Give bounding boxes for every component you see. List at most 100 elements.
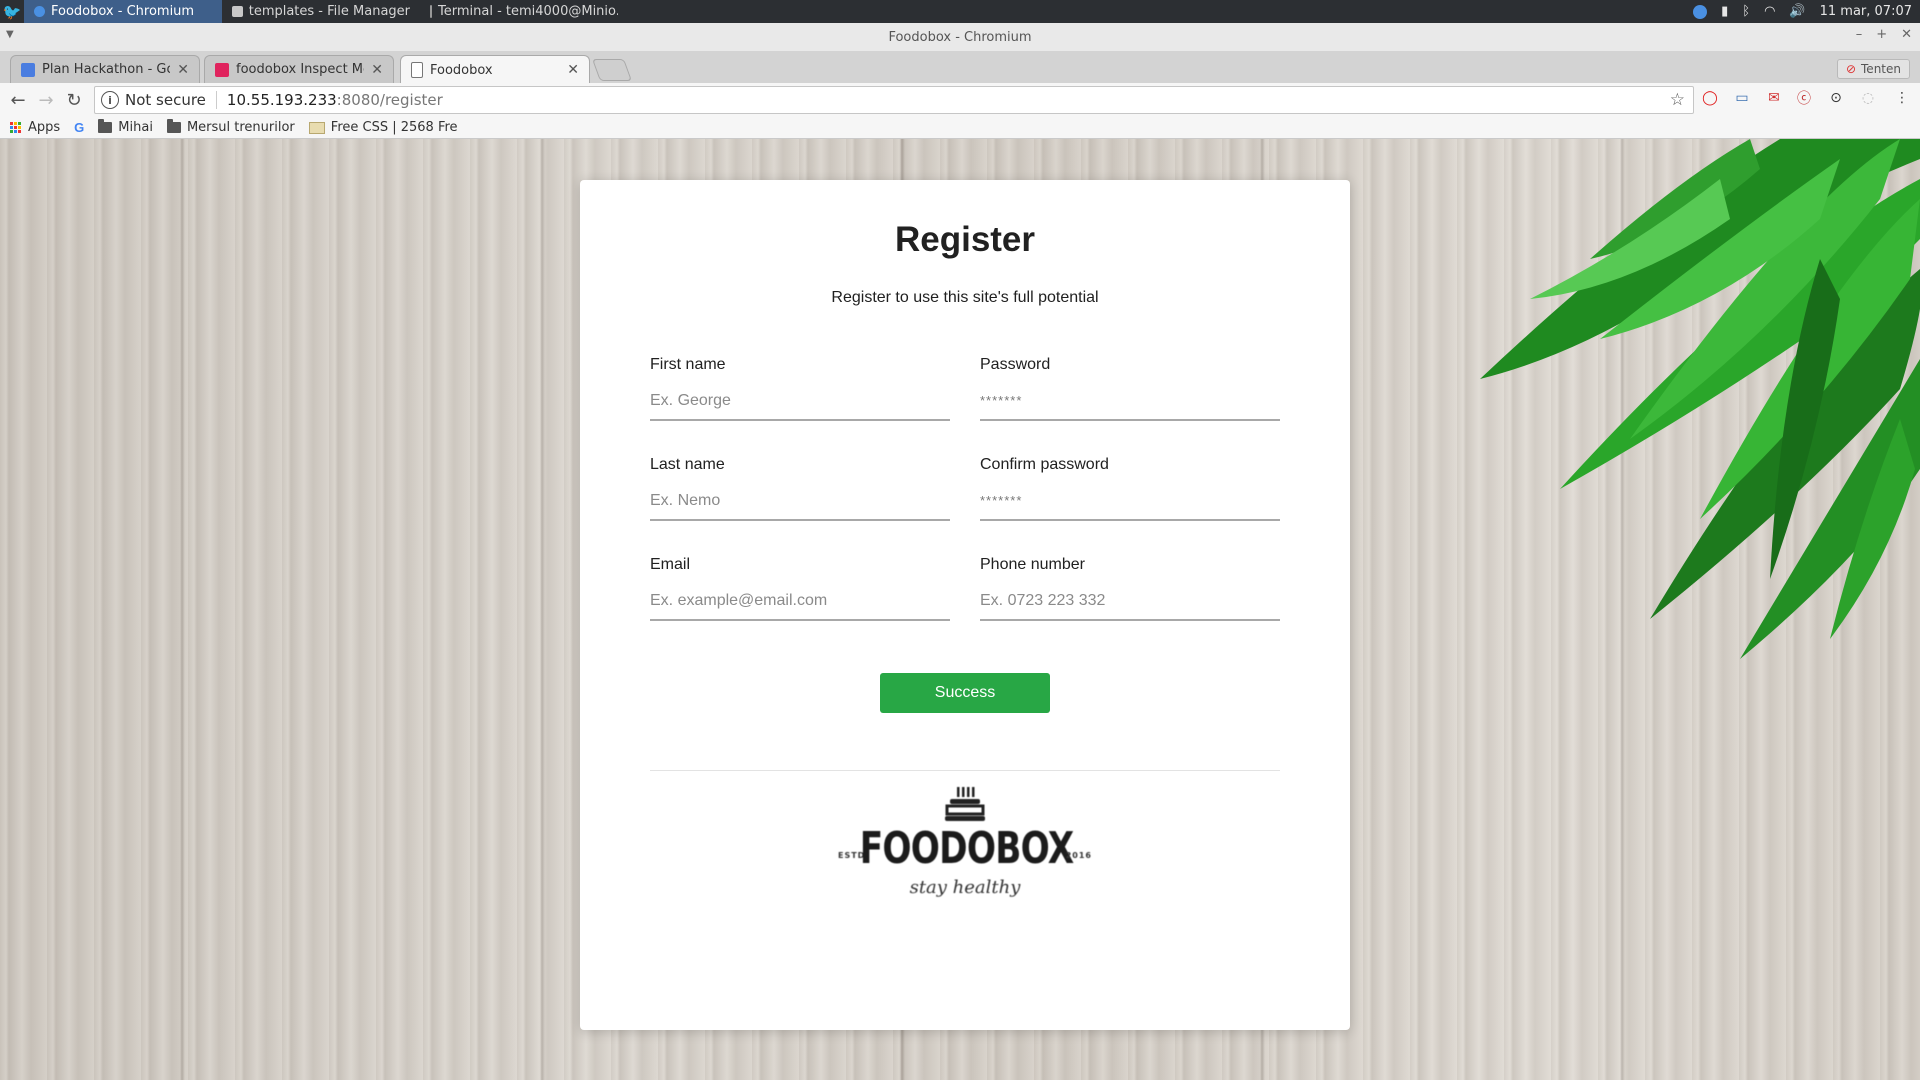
docs-icon	[21, 62, 35, 77]
logo-brand: FOODOBOX	[859, 823, 1075, 874]
grey-extension-icon[interactable]: ◌	[1858, 88, 1878, 108]
tab-plan-hackathon[interactable]: Plan Hackathon - Goog ✕	[10, 55, 200, 83]
last-name-label: Last name	[650, 456, 725, 473]
bookmark-star-icon[interactable]: ☆	[1670, 90, 1685, 110]
wifi-icon[interactable]: ◠	[1764, 4, 1775, 19]
window-controls: – + ✕	[1856, 27, 1912, 42]
window-title: Foodobox - Chromium	[888, 29, 1032, 45]
taskbar-task-label: Foodobox - Chromium	[51, 4, 195, 19]
bookmark-apps[interactable]: Apps	[10, 120, 60, 135]
register-card: Register Register to use this site's ful…	[580, 180, 1350, 1030]
adblock-extension-icon[interactable]: ⓒ	[1794, 88, 1814, 108]
confirm-password-input[interactable]	[980, 488, 1280, 521]
battery-icon[interactable]: ▮	[1721, 4, 1728, 19]
email-label: Email	[650, 556, 691, 573]
phone-label: Phone number	[980, 556, 1085, 573]
footer-divider	[650, 770, 1280, 771]
system-tray: ▮ ᛒ ◠ 🔊 11 mar, 07:07	[1693, 4, 1920, 19]
free-css-icon	[308, 121, 325, 134]
chromium-icon	[34, 6, 45, 17]
tab-foodobox-inspect[interactable]: foodobox Inspect Mode ✕	[204, 55, 394, 83]
back-icon[interactable]: ←	[4, 86, 32, 114]
reload-icon[interactable]: ↻	[60, 86, 88, 114]
password-input[interactable]	[980, 388, 1280, 421]
browser-toolbar: ← → ↻ i Not secure 10.55.193.233 :8080/r…	[0, 83, 1920, 117]
tab-strip: Plan Hackathon - Goog ✕ foodobox Inspect…	[0, 51, 1920, 84]
chrome-menu-icon[interactable]: ⋮	[1892, 88, 1912, 108]
bookmarks-bar: Apps G Mihai Mersul trenurilor Free CSS …	[0, 117, 1920, 139]
close-tab-icon[interactable]: ✕	[371, 62, 383, 78]
close-tab-icon[interactable]: ✕	[567, 62, 579, 78]
close-icon[interactable]: ✕	[1901, 27, 1912, 42]
confirm-password-group: Confirm password	[980, 456, 1280, 521]
last-name-group: Last name	[650, 456, 950, 521]
password-group: Password	[980, 356, 1280, 421]
logo-year: 2016	[1065, 851, 1092, 860]
page-title: Register	[894, 220, 1036, 259]
leaves-decoration	[1480, 139, 1920, 659]
minimize-icon[interactable]: –	[1856, 27, 1863, 42]
first-name-label: First name	[650, 356, 726, 373]
info-icon[interactable]: i	[101, 91, 119, 109]
taskbar-task-terminal[interactable]: Terminal - temi4000@Minio...	[420, 0, 618, 23]
bookmark-label: Mihai	[118, 120, 153, 135]
food-box-icon	[945, 787, 985, 821]
profile-icon: ⊘	[1845, 62, 1857, 76]
first-name-group: First name	[650, 356, 950, 421]
email-group: Email	[650, 556, 950, 621]
tab-label: Plan Hackathon - Goog	[42, 62, 170, 77]
forward-icon[interactable]: →	[32, 86, 60, 114]
submit-button[interactable]: Success	[880, 673, 1050, 713]
bookmark-label: Free CSS | 2568 Fre	[330, 120, 458, 135]
bookmark-free-css[interactable]: Free CSS | 2568 Fre	[308, 120, 458, 135]
profile-button[interactable]: ⊘ Tenten	[1836, 59, 1910, 79]
phone-group: Phone number	[980, 556, 1280, 621]
page-icon	[411, 62, 423, 78]
os-taskbar: 🐦 Foodobox - Chromium templates - File M…	[0, 0, 1920, 23]
bookmark-mihai[interactable]: Mihai	[98, 119, 153, 135]
close-tab-icon[interactable]: ✕	[177, 62, 189, 78]
circle-extension-icon[interactable]: ⊙	[1826, 88, 1846, 108]
logo-tagline: stay healthy	[909, 877, 1021, 898]
tab-foodobox[interactable]: Foodobox ✕	[400, 55, 590, 84]
window-menu-icon[interactable]: ▼	[6, 29, 14, 40]
bookmark-label: Mersul trenurilor	[186, 120, 295, 135]
taskbar-task-label: Terminal - temi4000@Minio...	[438, 4, 618, 19]
taskbar-task-file-manager[interactable]: templates - File Manager	[222, 0, 420, 23]
bookmark-google[interactable]: G	[74, 120, 84, 135]
terminal-icon	[430, 5, 432, 18]
last-name-input[interactable]	[650, 488, 950, 521]
volume-icon[interactable]: 🔊	[1789, 4, 1805, 19]
confirm-password-label: Confirm password	[980, 456, 1109, 473]
taskbar-task-label: templates - File Manager	[248, 4, 410, 19]
url-host: 10.55.193.233	[226, 91, 337, 109]
clock[interactable]: 11 mar, 07:07	[1820, 4, 1912, 19]
tab-label: Foodobox	[430, 62, 493, 78]
tab-label: foodobox Inspect Mode	[236, 62, 364, 77]
bluetooth-icon[interactable]: ᛒ	[1742, 4, 1750, 19]
folder-icon	[98, 119, 113, 133]
folder-icon	[166, 119, 181, 133]
taskbar-task-chromium[interactable]: Foodobox - Chromium	[24, 0, 222, 23]
bookmark-label: Apps	[28, 120, 61, 135]
google-icon: G	[74, 120, 85, 135]
foodobox-logo: ESTD FOODOBOX 2016 stay healthy	[830, 785, 1100, 905]
window-titlebar: ▼ Foodobox - Chromium – + ✕	[0, 23, 1920, 52]
window-extension-icon[interactable]: ▭	[1732, 88, 1752, 108]
bookmark-mersul-trenurilor[interactable]: Mersul trenurilor	[166, 119, 295, 135]
page-viewport: Register Register to use this site's ful…	[0, 139, 1920, 1080]
address-bar[interactable]: i Not secure 10.55.193.233 :8080/registe…	[94, 86, 1694, 114]
mail-extension-icon[interactable]: ✉	[1764, 88, 1784, 108]
first-name-input[interactable]	[650, 388, 950, 421]
email-input[interactable]	[650, 588, 950, 621]
app-menu-icon[interactable]: 🐦	[0, 0, 24, 23]
opera-extension-icon[interactable]: ◯	[1700, 88, 1720, 108]
new-tab-button[interactable]	[591, 59, 633, 81]
page-subtitle: Register to use this site's full potenti…	[831, 289, 1099, 306]
maximize-icon[interactable]: +	[1876, 27, 1887, 42]
security-label[interactable]: Not secure	[125, 91, 217, 109]
phone-input[interactable]	[980, 588, 1280, 621]
apps-icon	[10, 121, 22, 134]
invision-icon	[215, 62, 229, 77]
chrome-tray-icon[interactable]	[1693, 4, 1708, 19]
